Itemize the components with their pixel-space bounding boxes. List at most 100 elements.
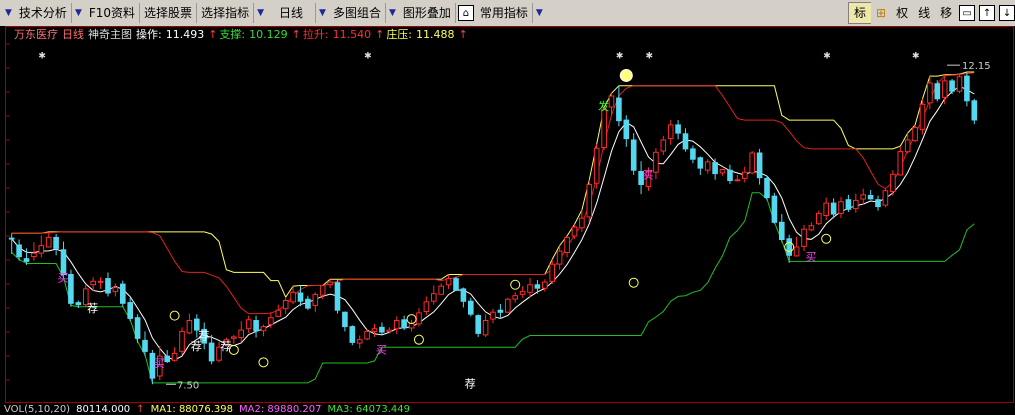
candle-body (482, 320, 489, 336)
candle-body (319, 285, 326, 296)
candle-body (779, 221, 785, 241)
select-indicator-button[interactable]: 选择指标 (197, 3, 255, 23)
candle-body (927, 82, 933, 104)
candle-body (882, 190, 889, 206)
candle-body (468, 300, 474, 315)
candle-body (90, 280, 97, 286)
indicator-info-line: 万东医疗 日线 神奇主图 操作: 11.493 ↑ 支撑: 10.129 ↑ 拉升: 11.540 ↑… (14, 26, 472, 42)
candle-body (364, 330, 370, 340)
window-icon[interactable]: ▭ (959, 5, 976, 21)
candle-body (786, 238, 793, 256)
common-indicator-button[interactable]: 常用指标 (476, 3, 533, 23)
vol-ma2: MA2: 89880.207 (239, 404, 322, 415)
buy-signal-mark: 买 (58, 271, 69, 284)
select-stock-button[interactable]: 选择股票 (140, 3, 198, 23)
candle-body (934, 83, 941, 100)
candle-body (586, 184, 593, 218)
candle-body (719, 169, 726, 174)
down-arrow-icon[interactable]: ↓ (999, 5, 1015, 21)
candle-body (179, 330, 185, 352)
candle-body (445, 278, 452, 286)
candle-body (349, 326, 356, 343)
stock-name: 万东医疗 (14, 28, 58, 41)
candle-body (756, 152, 763, 179)
recommend-signal-mark: 荐 (465, 378, 476, 391)
line-button[interactable]: 线 (913, 3, 935, 23)
candle-body (475, 315, 481, 334)
tech-analysis-button[interactable]: 技术分析 (15, 3, 72, 23)
asterisk-mark: ✱ (645, 51, 653, 61)
candle-body (312, 293, 319, 306)
candle-body (653, 151, 659, 173)
chevron-down-icon[interactable]: ▼ (316, 8, 329, 18)
candle-body (297, 292, 304, 302)
candle-body (134, 317, 141, 339)
star-signal-circle (619, 68, 633, 82)
candle-body (660, 139, 667, 152)
candle-body (253, 320, 259, 332)
asterisk-mark: ✱ (912, 51, 920, 61)
candle-body (171, 352, 178, 361)
chevron-down-icon[interactable]: ▼ (72, 8, 85, 18)
asterisk-mark: ✱ (38, 51, 46, 61)
support-arrow-icon: ↑ (291, 28, 301, 41)
candle-body (371, 328, 378, 332)
candle-body (460, 288, 467, 302)
indicator-name: 神奇主图 (88, 28, 132, 41)
op-label: 操作: (136, 28, 162, 41)
asterisk-mark: ✱ (616, 51, 624, 61)
candle-body (838, 201, 844, 214)
candle-body (490, 311, 496, 320)
candle-body (801, 228, 807, 247)
candle-body (542, 281, 548, 289)
overlay-button[interactable]: 图形叠加 (399, 3, 456, 23)
candle-body (379, 326, 385, 333)
candle-body (423, 301, 430, 312)
weight-button[interactable]: 权 (891, 3, 913, 23)
candle-body (816, 212, 822, 225)
pull-value: 11.540 (332, 28, 372, 41)
multi-chart-button[interactable]: 多图组合 (329, 3, 386, 23)
candle-body (793, 246, 800, 257)
mark-button[interactable]: 标 (848, 2, 872, 24)
candle-body (112, 287, 119, 293)
candle-body (305, 298, 311, 309)
f10-button[interactable]: F10资料 (85, 3, 141, 23)
candle-body (956, 76, 963, 92)
candle-body (497, 309, 504, 313)
crosshair-icon[interactable]: ⊞ (871, 3, 891, 23)
candle-body (8, 237, 15, 240)
candle-body (697, 157, 704, 169)
candle-body (438, 285, 444, 295)
buy-signal-mark: 买 (805, 251, 816, 264)
candle-body (53, 236, 59, 249)
candle-body (120, 283, 126, 304)
candle-body (45, 236, 52, 248)
candle-body (734, 179, 741, 182)
chevron-down-icon[interactable]: ▼ (533, 8, 546, 18)
candle-body (238, 329, 244, 339)
candle-body (904, 139, 911, 153)
move-button[interactable]: 移 (935, 3, 957, 23)
vol-value: 80114.000 (76, 404, 131, 415)
up-arrow-icon[interactable]: ↑ (979, 5, 996, 21)
candle-body (505, 298, 511, 313)
chevron-left-icon[interactable]: ▼ (2, 8, 15, 18)
candle-body (579, 217, 585, 229)
period-daily-button[interactable]: 日线 (267, 3, 317, 23)
candle-body (949, 80, 955, 92)
candle-body (68, 274, 74, 304)
lock-icon[interactable]: ⌂ (457, 5, 474, 21)
pull-label: 拉升: (302, 28, 329, 41)
candle-body (830, 202, 837, 215)
high-price-label: 12.15 (962, 61, 991, 72)
chevron-down-icon[interactable]: ▼ (386, 8, 399, 18)
op-value: 11.493 (165, 28, 205, 41)
vol-ma1: MA1: 88076.398 (150, 404, 234, 415)
candle-body (386, 329, 393, 333)
candle-body (527, 284, 533, 293)
kline-chart[interactable]: 买买买买买荐荐 荐荐荐发✱ ✱ ✱ ✱ ✱ ✱ 12.15 7.50 (0, 26, 1015, 415)
chevron-down-icon[interactable]: ▼ (254, 8, 267, 18)
candle-body (941, 80, 948, 98)
candle-body (260, 326, 267, 332)
